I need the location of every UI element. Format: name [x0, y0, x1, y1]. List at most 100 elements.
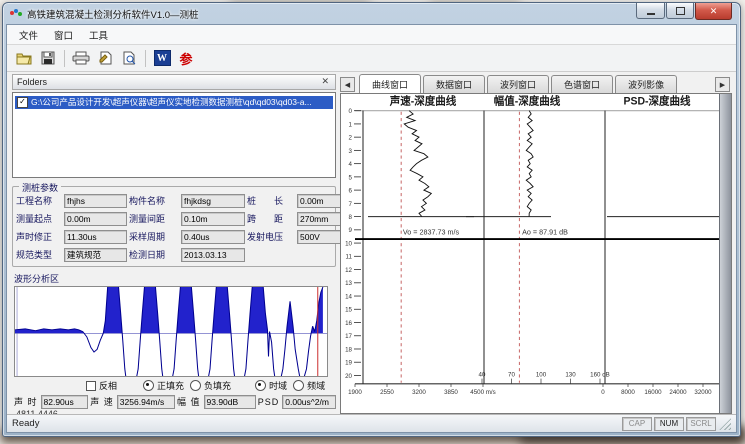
- resize-grip[interactable]: [719, 418, 731, 430]
- svg-text:4: 4: [349, 161, 353, 168]
- readout-value-field[interactable]: 3256.94m/s: [117, 395, 175, 409]
- title-bar[interactable]: 高铁建筑混凝土检测分析软件V1.0—测桩 ✕: [3, 3, 740, 24]
- param-value-field[interactable]: 0.40us: [181, 230, 245, 244]
- word-icon: W: [154, 50, 171, 66]
- waveform-area-title: 波形分析区: [14, 272, 336, 285]
- param-value-field[interactable]: 建筑规范: [64, 248, 127, 262]
- radio-icon[interactable]: [190, 380, 201, 391]
- menu-item[interactable]: 窗口: [46, 26, 81, 44]
- checkbox-icon[interactable]: ✓: [17, 97, 28, 108]
- svg-text:19: 19: [345, 360, 352, 367]
- export-report-button[interactable]: [94, 48, 116, 68]
- svg-text:1: 1: [349, 121, 353, 128]
- checkbox-icon[interactable]: [86, 381, 96, 391]
- svg-text:Vo = 2837.73 m/s: Vo = 2837.73 m/s: [403, 227, 459, 236]
- param-label: 采样周期: [129, 230, 179, 243]
- svg-text:7: 7: [349, 201, 353, 208]
- svg-text:130: 130: [565, 371, 576, 378]
- option-radio[interactable]: 正填充: [143, 379, 184, 392]
- waveform-canvas[interactable]: [14, 286, 328, 377]
- readout-label: 幅 值: [177, 395, 201, 408]
- depth-chart-pane: 01234567891011121314151617181920声速-深度曲线1…: [340, 93, 732, 414]
- app-icon: [10, 8, 23, 19]
- status-indicators: CAPNUMSCRL: [620, 417, 716, 431]
- param-value-field[interactable]: 0.10m: [181, 212, 245, 226]
- param-label: 声时修正: [16, 230, 62, 243]
- save-button[interactable]: [37, 48, 59, 68]
- readout-value-field[interactable]: 0.00us^2/m: [282, 395, 336, 409]
- window-title: 高铁建筑混凝土检测分析软件V1.0—测桩: [27, 7, 199, 21]
- tab-curve-window[interactable]: 曲线窗口: [359, 74, 421, 93]
- minimize-button[interactable]: [636, 3, 665, 19]
- param-value-field[interactable]: fhjhs: [64, 194, 127, 208]
- param-label: 工程名称: [16, 194, 62, 207]
- tab-data-window[interactable]: 数据窗口: [423, 75, 485, 93]
- tab-wave-image[interactable]: 波列影像: [615, 75, 677, 93]
- export-page-icon: [98, 51, 113, 65]
- svg-text:17: 17: [345, 333, 352, 340]
- maximize-button[interactable]: [666, 3, 694, 19]
- svg-text:声速-深度曲线: 声速-深度曲线: [389, 94, 457, 107]
- radio-icon[interactable]: [143, 380, 154, 391]
- svg-text:2550: 2550: [380, 389, 394, 396]
- param-value-field[interactable]: fhjkdsg: [181, 194, 245, 208]
- param-value-field[interactable]: 11.30us: [64, 230, 127, 244]
- radio-icon[interactable]: [255, 380, 266, 391]
- menu-item[interactable]: 工具: [81, 26, 116, 44]
- pile-params-grid: 工程名称fhjhs构件名称fhjkdsg桩 长0.00m测量起点0.00m测量间…: [16, 194, 332, 262]
- param-label: 跨 距: [247, 212, 295, 225]
- print-button[interactable]: [70, 48, 92, 68]
- svg-text:13: 13: [345, 280, 352, 287]
- pile-params-title: 测桩参数: [19, 181, 61, 194]
- folder-list-item[interactable]: ✓G:\公司产品设计开发\超声仪器\超声仪实地检测数据测桩\qd\qd03\qd…: [15, 96, 333, 109]
- word-export-button[interactable]: W: [151, 48, 173, 68]
- svg-text:24000: 24000: [669, 389, 687, 396]
- svg-text:4500 m/s: 4500 m/s: [470, 389, 495, 396]
- close-folders-button[interactable]: ✕: [319, 77, 331, 86]
- parameters-button[interactable]: 参: [175, 48, 197, 68]
- control-label: 正填充: [157, 379, 184, 392]
- param-label: 桩 长: [247, 194, 295, 207]
- readout-value-field[interactable]: 82.90us: [41, 395, 89, 409]
- param-value-field[interactable]: 2013.03.13: [181, 248, 245, 262]
- pile-params-group: 测桩参数 工程名称fhjhs构件名称fhjkdsg桩 长0.00m测量起点0.0…: [12, 186, 336, 267]
- tab-scroll-right-button[interactable]: ▶: [715, 77, 730, 92]
- print-preview-button[interactable]: [118, 48, 140, 68]
- param-label: 测量起点: [16, 212, 62, 225]
- folders-list[interactable]: ✓G:\公司产品设计开发\超声仪器\超声仪实地检测数据测桩\qd\qd03\qd…: [12, 92, 336, 178]
- readout-label: 声 时: [14, 395, 38, 408]
- radio-icon[interactable]: [293, 380, 304, 391]
- status-text: Ready: [12, 418, 620, 429]
- depth-charts-canvas[interactable]: 01234567891011121314151617181920声速-深度曲线1…: [341, 94, 727, 413]
- status-indicator-cap: CAP: [622, 417, 652, 431]
- control-label: 负填充: [204, 379, 231, 392]
- param-value-field[interactable]: 0.00m: [64, 212, 127, 226]
- close-button[interactable]: ✕: [695, 3, 732, 20]
- svg-text:20: 20: [345, 373, 352, 380]
- svg-text:PSD-深度曲线: PSD-深度曲线: [623, 94, 690, 107]
- svg-text:16: 16: [345, 320, 352, 327]
- menu-item[interactable]: 文件: [11, 26, 46, 44]
- svg-text:5: 5: [349, 174, 353, 181]
- tab-spectrum-window[interactable]: 色谱窗口: [551, 75, 613, 93]
- readout-value-field[interactable]: 93.90dB: [204, 395, 256, 409]
- tab-wavetrain-window[interactable]: 波列窗口: [487, 75, 549, 93]
- client-area: Folders ✕ ✓G:\公司产品设计开发\超声仪器\超声仪实地检测数据测桩\…: [7, 72, 736, 414]
- printer-icon: [72, 51, 90, 65]
- vertical-scrollbar[interactable]: [719, 94, 731, 413]
- option-radio[interactable]: 频域: [293, 379, 325, 392]
- tab-bar: ◀ 曲线窗口数据窗口波列窗口色谱窗口波列影像 ▶: [340, 74, 732, 93]
- open-folder-icon: [16, 51, 33, 65]
- left-panel: Folders ✕ ✓G:\公司产品设计开发\超声仪器\超声仪实地检测数据测桩\…: [12, 74, 336, 414]
- tab-scroll-left-button[interactable]: ◀: [340, 77, 355, 92]
- option-radio[interactable]: 时域: [255, 379, 287, 392]
- svg-text:2: 2: [349, 134, 353, 141]
- open-file-button[interactable]: [13, 48, 35, 68]
- readout-label: 声 速: [90, 395, 114, 408]
- svg-text:9: 9: [349, 227, 353, 234]
- invert-checkbox[interactable]: 反相: [86, 379, 117, 392]
- waveform-controls: 反相 正填充 负填充 时域频域: [12, 379, 336, 393]
- folders-caption-bar[interactable]: Folders ✕: [12, 74, 336, 90]
- svg-text:100: 100: [536, 371, 547, 378]
- option-radio[interactable]: 负填充: [190, 379, 231, 392]
